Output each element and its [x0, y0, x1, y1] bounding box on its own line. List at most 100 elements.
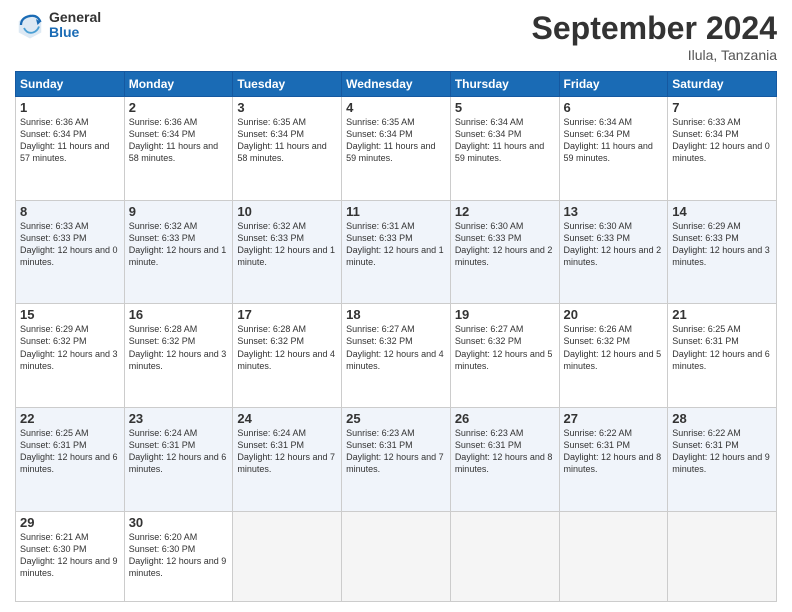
day-number-27: 27 [564, 411, 664, 426]
day-3-daylight: Daylight: 11 hours and 58 minutes. [237, 141, 326, 163]
day-12-daylight: Daylight: 12 hours and 2 minutes. [455, 245, 553, 267]
day-17-daylight: Daylight: 12 hours and 4 minutes. [237, 349, 335, 371]
day-10-daylight: Daylight: 12 hours and 1 minute. [237, 245, 335, 267]
day-cell-30: 30 Sunrise: 6:20 AM Sunset: 6:30 PM Dayl… [124, 511, 233, 602]
week-2-row: 8 Sunrise: 6:33 AM Sunset: 6:33 PM Dayli… [16, 200, 777, 304]
day-cell-21: 21 Sunrise: 6:25 AM Sunset: 6:31 PM Dayl… [668, 304, 777, 408]
day-24-sunset: Sunset: 6:31 PM [237, 440, 304, 450]
day-number-7: 7 [672, 100, 772, 115]
day-info-11: Sunrise: 6:31 AM Sunset: 6:33 PM Dayligh… [346, 220, 446, 269]
day-cell-27: 27 Sunrise: 6:22 AM Sunset: 6:31 PM Dayl… [559, 407, 668, 511]
day-29-daylight: Daylight: 12 hours and 9 minutes. [20, 556, 118, 578]
day-info-16: Sunrise: 6:28 AM Sunset: 6:32 PM Dayligh… [129, 323, 229, 372]
day-info-26: Sunrise: 6:23 AM Sunset: 6:31 PM Dayligh… [455, 427, 555, 476]
day-cell-6: 6 Sunrise: 6:34 AM Sunset: 6:34 PM Dayli… [559, 97, 668, 201]
day-info-2: Sunrise: 6:36 AM Sunset: 6:34 PM Dayligh… [129, 116, 229, 165]
day-info-22: Sunrise: 6:25 AM Sunset: 6:31 PM Dayligh… [20, 427, 120, 476]
day-info-23: Sunrise: 6:24 AM Sunset: 6:31 PM Dayligh… [129, 427, 229, 476]
header-friday: Friday [559, 72, 668, 97]
day-number-22: 22 [20, 411, 120, 426]
header: General Blue September 2024 Ilula, Tanza… [15, 10, 777, 63]
day-5-daylight: Daylight: 11 hours and 59 minutes. [455, 141, 544, 163]
day-4-sunrise: Sunrise: 6:35 AM [346, 117, 415, 127]
day-info-25: Sunrise: 6:23 AM Sunset: 6:31 PM Dayligh… [346, 427, 446, 476]
logo: General Blue [15, 10, 101, 41]
day-cell-1: 1 Sunrise: 6:36 AM Sunset: 6:34 PM Dayli… [16, 97, 125, 201]
day-number-6: 6 [564, 100, 664, 115]
day-number-15: 15 [20, 307, 120, 322]
day-27-sunrise: Sunrise: 6:22 AM [564, 428, 633, 438]
day-cell-3: 3 Sunrise: 6:35 AM Sunset: 6:34 PM Dayli… [233, 97, 342, 201]
day-info-14: Sunrise: 6:29 AM Sunset: 6:33 PM Dayligh… [672, 220, 772, 269]
day-21-daylight: Daylight: 12 hours and 6 minutes. [672, 349, 770, 371]
day-number-8: 8 [20, 204, 120, 219]
day-cell-10: 10 Sunrise: 6:32 AM Sunset: 6:33 PM Dayl… [233, 200, 342, 304]
day-15-sunrise: Sunrise: 6:29 AM [20, 324, 89, 334]
empty-cell-3 [450, 511, 559, 602]
day-number-3: 3 [237, 100, 337, 115]
day-25-daylight: Daylight: 12 hours and 7 minutes. [346, 452, 444, 474]
day-number-30: 30 [129, 515, 229, 530]
week-1-row: 1 Sunrise: 6:36 AM Sunset: 6:34 PM Dayli… [16, 97, 777, 201]
day-info-27: Sunrise: 6:22 AM Sunset: 6:31 PM Dayligh… [564, 427, 664, 476]
day-28-sunset: Sunset: 6:31 PM [672, 440, 739, 450]
day-24-daylight: Daylight: 12 hours and 7 minutes. [237, 452, 335, 474]
day-number-24: 24 [237, 411, 337, 426]
day-cell-23: 23 Sunrise: 6:24 AM Sunset: 6:31 PM Dayl… [124, 407, 233, 511]
day-number-25: 25 [346, 411, 446, 426]
day-cell-12: 12 Sunrise: 6:30 AM Sunset: 6:33 PM Dayl… [450, 200, 559, 304]
day-info-20: Sunrise: 6:26 AM Sunset: 6:32 PM Dayligh… [564, 323, 664, 372]
header-saturday: Saturday [668, 72, 777, 97]
day-24-sunrise: Sunrise: 6:24 AM [237, 428, 306, 438]
day-info-15: Sunrise: 6:29 AM Sunset: 6:32 PM Dayligh… [20, 323, 120, 372]
day-14-sunset: Sunset: 6:33 PM [672, 233, 739, 243]
day-1-daylight: Daylight: 11 hours and 57 minutes. [20, 141, 109, 163]
day-number-19: 19 [455, 307, 555, 322]
day-2-sunrise: Sunrise: 6:36 AM [129, 117, 198, 127]
day-22-sunrise: Sunrise: 6:25 AM [20, 428, 89, 438]
day-number-29: 29 [20, 515, 120, 530]
day-info-10: Sunrise: 6:32 AM Sunset: 6:33 PM Dayligh… [237, 220, 337, 269]
day-16-sunrise: Sunrise: 6:28 AM [129, 324, 198, 334]
day-21-sunrise: Sunrise: 6:25 AM [672, 324, 741, 334]
day-info-1: Sunrise: 6:36 AM Sunset: 6:34 PM Dayligh… [20, 116, 120, 165]
day-number-16: 16 [129, 307, 229, 322]
day-15-sunset: Sunset: 6:32 PM [20, 336, 87, 346]
day-cell-19: 19 Sunrise: 6:27 AM Sunset: 6:32 PM Dayl… [450, 304, 559, 408]
day-5-sunrise: Sunrise: 6:34 AM [455, 117, 524, 127]
day-18-sunset: Sunset: 6:32 PM [346, 336, 413, 346]
day-info-13: Sunrise: 6:30 AM Sunset: 6:33 PM Dayligh… [564, 220, 664, 269]
day-cell-20: 20 Sunrise: 6:26 AM Sunset: 6:32 PM Dayl… [559, 304, 668, 408]
day-28-sunrise: Sunrise: 6:22 AM [672, 428, 741, 438]
logo-blue-text: Blue [49, 25, 101, 40]
day-4-sunset: Sunset: 6:34 PM [346, 129, 413, 139]
day-6-sunset: Sunset: 6:34 PM [564, 129, 631, 139]
empty-cell-5 [668, 511, 777, 602]
day-22-daylight: Daylight: 12 hours and 6 minutes. [20, 452, 118, 474]
day-cell-13: 13 Sunrise: 6:30 AM Sunset: 6:33 PM Dayl… [559, 200, 668, 304]
day-7-sunset: Sunset: 6:34 PM [672, 129, 739, 139]
day-info-7: Sunrise: 6:33 AM Sunset: 6:34 PM Dayligh… [672, 116, 772, 165]
day-number-23: 23 [129, 411, 229, 426]
day-number-1: 1 [20, 100, 120, 115]
day-number-2: 2 [129, 100, 229, 115]
day-9-sunset: Sunset: 6:33 PM [129, 233, 196, 243]
day-info-6: Sunrise: 6:34 AM Sunset: 6:34 PM Dayligh… [564, 116, 664, 165]
day-number-11: 11 [346, 204, 446, 219]
page: General Blue September 2024 Ilula, Tanza… [0, 0, 792, 612]
calendar-table: Sunday Monday Tuesday Wednesday Thursday… [15, 71, 777, 602]
day-16-sunset: Sunset: 6:32 PM [129, 336, 196, 346]
day-28-daylight: Daylight: 12 hours and 9 minutes. [672, 452, 770, 474]
day-12-sunset: Sunset: 6:33 PM [455, 233, 522, 243]
day-number-20: 20 [564, 307, 664, 322]
day-8-sunset: Sunset: 6:33 PM [20, 233, 87, 243]
day-cell-24: 24 Sunrise: 6:24 AM Sunset: 6:31 PM Dayl… [233, 407, 342, 511]
day-20-sunrise: Sunrise: 6:26 AM [564, 324, 633, 334]
header-wednesday: Wednesday [342, 72, 451, 97]
day-cell-29: 29 Sunrise: 6:21 AM Sunset: 6:30 PM Dayl… [16, 511, 125, 602]
day-info-21: Sunrise: 6:25 AM Sunset: 6:31 PM Dayligh… [672, 323, 772, 372]
day-info-18: Sunrise: 6:27 AM Sunset: 6:32 PM Dayligh… [346, 323, 446, 372]
logo-icon [15, 10, 45, 40]
day-info-3: Sunrise: 6:35 AM Sunset: 6:34 PM Dayligh… [237, 116, 337, 165]
day-cell-16: 16 Sunrise: 6:28 AM Sunset: 6:32 PM Dayl… [124, 304, 233, 408]
